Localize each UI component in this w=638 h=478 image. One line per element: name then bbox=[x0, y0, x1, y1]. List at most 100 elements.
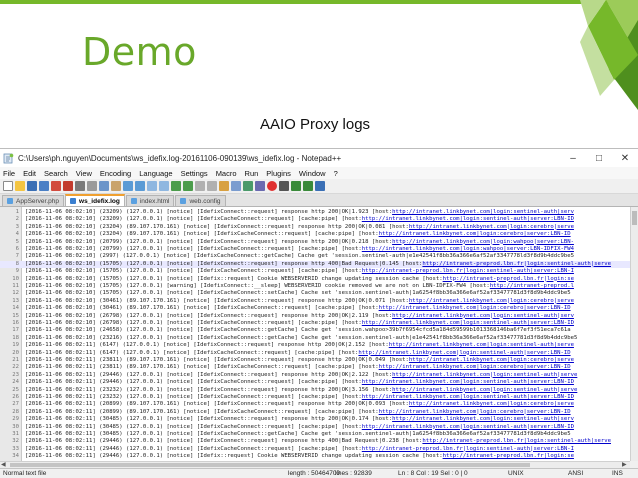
log-line[interactable]: 4 [2016-11-06 08:02:10] (23204) (89.107.1… bbox=[0, 231, 630, 238]
indent-guide-icon[interactable] bbox=[231, 181, 241, 191]
log-url-link[interactable]: http://intranet.linkbynet.com|login:sent… bbox=[392, 416, 574, 422]
run-macro-multiple-icon[interactable] bbox=[303, 181, 313, 191]
log-url-link[interactable]: http://intranet-preprod.lbn.fr|login:sen… bbox=[422, 438, 611, 444]
log-url-link[interactable]: http://intranet.linkbynet.com|login:sent… bbox=[362, 424, 574, 430]
log-url-link[interactable]: http://intranet.linkbynet.com|login:wahp… bbox=[392, 239, 574, 245]
scroll-right-icon[interactable]: ▶ bbox=[622, 461, 627, 468]
doc-map-icon[interactable] bbox=[243, 181, 253, 191]
log-url-link[interactable]: http://intranet-preprod.lbn.fr|login:sen… bbox=[362, 446, 574, 452]
log-url-link[interactable]: http://intranet.linkbynet.com|login:sent… bbox=[362, 394, 574, 400]
log-line[interactable]: 6 [2016-11-06 08:02:10] (20799) (127.0.0.… bbox=[0, 246, 630, 253]
vertical-scrollbar[interactable] bbox=[630, 207, 638, 461]
log-url-link[interactable]: http://intranet.linkbynet.com|login:sent… bbox=[362, 379, 574, 385]
log-line[interactable]: 24 [2016-11-06 08:02:11] (29446) (127.0.0… bbox=[0, 379, 630, 386]
horizontal-scroll-thumb[interactable] bbox=[10, 463, 530, 467]
log-url-link[interactable]: http://intranet.linkbynet.com|login:wahp… bbox=[362, 246, 574, 252]
tab-index-html[interactable]: index.html bbox=[125, 195, 175, 206]
log-url-link[interactable]: http://intranet.linkbynet.com|login:cere… bbox=[409, 298, 574, 304]
play-macro-icon[interactable] bbox=[291, 181, 301, 191]
log-line[interactable]: 34 [2016-11-06 08:02:11] (29446) (127.0.0… bbox=[0, 453, 630, 460]
vertical-scroll-thumb[interactable] bbox=[632, 211, 637, 225]
log-url-link[interactable]: http://intranet.linkbynet.com|login:cere… bbox=[409, 224, 574, 230]
log-line[interactable]: 3 [2016-11-06 08:02:10] (23204) (89.107.1… bbox=[0, 224, 630, 231]
log-line[interactable]: 21 [2016-11-06 08:02:11] (23811) (89.107.… bbox=[0, 357, 630, 364]
log-line[interactable]: 2 [2016-11-06 08:02:10] (23209) (127.0.0.… bbox=[0, 216, 630, 223]
text-editor[interactable]: 1 [2016-11-06 08:02:10] (23209) (127.0.0.… bbox=[0, 207, 630, 461]
log-url-link[interactable]: http://intranet-preprod.l bbox=[490, 283, 574, 289]
menu-edit[interactable]: Edit bbox=[23, 169, 36, 178]
log-line[interactable]: 20 [2016-11-06 08:02:11] (6147) (127.0.0.… bbox=[0, 350, 630, 357]
print-icon[interactable] bbox=[75, 181, 85, 191]
log-line[interactable]: 17 [2016-11-06 08:02:10] (24658) (127.0.0… bbox=[0, 327, 630, 334]
menu-plugins[interactable]: Plugins bbox=[266, 169, 291, 178]
log-line[interactable]: 8 [2016-11-06 08:02:10] (15705) (127.0.0.… bbox=[0, 260, 630, 269]
log-url-link[interactable]: http://intranet-preprod.lbn.fr|login:sen… bbox=[422, 261, 611, 267]
zoom-out-icon[interactable] bbox=[183, 181, 193, 191]
show-symbols-icon[interactable] bbox=[219, 181, 229, 191]
word-wrap-icon[interactable] bbox=[207, 181, 217, 191]
log-url-link[interactable]: http://intranet.linkbynet.com|login:sent… bbox=[392, 209, 574, 215]
log-url-link[interactable]: http://intranet.linkbynet.com|login:sent… bbox=[389, 342, 574, 348]
log-line[interactable]: 1 [2016-11-06 08:02:10] (23209) (127.0.0.… bbox=[0, 209, 630, 216]
log-line[interactable]: 13 [2016-11-06 08:02:10] (30461) (89.107.… bbox=[0, 298, 630, 305]
menu-encoding[interactable]: Encoding bbox=[100, 169, 131, 178]
log-line[interactable]: 33 [2016-11-06 08:02:11] (29446) (127.0.0… bbox=[0, 446, 630, 453]
menu-run[interactable]: Run bbox=[245, 169, 259, 178]
save-macro-icon[interactable] bbox=[315, 181, 325, 191]
close-icon[interactable]: ✕ bbox=[612, 149, 638, 167]
save-icon[interactable] bbox=[27, 181, 37, 191]
log-url-link[interactable]: http://intranet.linkbynet.com|login:sent… bbox=[392, 313, 574, 319]
undo-icon[interactable] bbox=[123, 181, 133, 191]
sync-scroll-icon[interactable] bbox=[195, 181, 205, 191]
save-all-icon[interactable] bbox=[39, 181, 49, 191]
log-url-link[interactable]: http://intranet-preprod.lbn.fr|login:sen… bbox=[362, 268, 574, 274]
log-line[interactable]: 10 [2016-11-06 08:02:10] (15705) (127.0.0… bbox=[0, 276, 630, 283]
tab-web-config[interactable]: web.config bbox=[175, 195, 226, 206]
log-line[interactable]: 12 [2016-11-06 08:02:10] (15705) (127.0.0… bbox=[0, 290, 630, 297]
stop-macro-icon[interactable] bbox=[279, 181, 289, 191]
record-macro-icon[interactable] bbox=[267, 181, 277, 191]
tab-ws-idefix-log[interactable]: ws_idefix.log bbox=[65, 194, 125, 206]
log-line[interactable]: 11 [2016-11-06 08:02:10] (15705) (127.0.0… bbox=[0, 283, 630, 290]
log-line[interactable]: 5 [2016-11-06 08:02:10] (20799) (127.0.0.… bbox=[0, 239, 630, 246]
log-line[interactable]: 18 [2016-11-06 08:02:10] (23216) (127.0.0… bbox=[0, 335, 630, 342]
log-url-link[interactable]: http://intranet.linkbynet.com|login:sent… bbox=[392, 387, 577, 393]
log-line[interactable]: 27 [2016-11-06 08:02:11] (20899) (89.107.… bbox=[0, 401, 630, 408]
menu-help[interactable]: ? bbox=[334, 169, 338, 178]
zoom-in-icon[interactable] bbox=[171, 181, 181, 191]
log-url-link[interactable]: http://intranet.linkbynet.com|login:cere… bbox=[379, 305, 571, 311]
log-url-link[interactable]: http://intranet.linkbynet.com|login:sent… bbox=[362, 320, 574, 326]
log-url-link[interactable]: http://intranet.linkbynet.com|login:cere… bbox=[379, 231, 571, 237]
copy-icon[interactable] bbox=[99, 181, 109, 191]
maximize-icon[interactable]: □ bbox=[586, 149, 612, 167]
log-url-link[interactable]: http://intranet.linkbynet.com|login:cere… bbox=[379, 364, 571, 370]
log-line[interactable]: 15 [2016-11-06 08:02:10] (26798) (127.0.0… bbox=[0, 313, 630, 320]
log-line[interactable]: 25 [2016-11-06 08:02:11] (23232) (127.0.0… bbox=[0, 387, 630, 394]
log-url-link[interactable]: http://intranet.linkbynet.com|login:cere… bbox=[409, 401, 574, 407]
open-file-icon[interactable] bbox=[15, 181, 25, 191]
log-line[interactable]: 19 [2016-11-06 08:02:11] (6147) (127.0.0.… bbox=[0, 342, 630, 349]
close-all-icon[interactable] bbox=[63, 181, 73, 191]
menu-macro[interactable]: Macro bbox=[216, 169, 237, 178]
log-line[interactable]: 7 [2016-11-06 08:02:10] (2997) (127.0.0.1… bbox=[0, 253, 630, 260]
paste-icon[interactable] bbox=[111, 181, 121, 191]
function-list-icon[interactable] bbox=[255, 181, 265, 191]
log-line[interactable]: 28 [2016-11-06 08:02:11] (20899) (89.107.… bbox=[0, 409, 630, 416]
tab-appserver[interactable]: AppServer.php bbox=[2, 195, 65, 206]
log-line[interactable]: 32 [2016-11-06 08:02:11] (29446) (127.0.0… bbox=[0, 438, 630, 445]
log-url-link[interactable]: http://intranet.linkbynet.com|login:cere… bbox=[409, 357, 574, 363]
log-url-link[interactable]: http://intranet-preprod.lbn.fr|login:se bbox=[443, 453, 574, 459]
new-file-icon[interactable] bbox=[3, 181, 13, 191]
log-url-link[interactable]: http://intranet.linkbynet.com|login:sent… bbox=[358, 350, 570, 356]
log-url-link[interactable]: http://intranet-preprod.lbn.fr|login:se bbox=[443, 276, 574, 282]
menu-file[interactable]: File bbox=[3, 169, 15, 178]
log-line[interactable]: 16 [2016-11-06 08:02:10] (26798) (127.0.0… bbox=[0, 320, 630, 327]
log-url-link[interactable]: http://intranet.linkbynet.com|login:sent… bbox=[392, 372, 577, 378]
menu-window[interactable]: Window bbox=[299, 169, 326, 178]
log-line[interactable]: 26 [2016-11-06 08:02:11] (23232) (127.0.0… bbox=[0, 394, 630, 401]
log-line[interactable]: 29 [2016-11-06 08:02:11] (30485) (127.0.0… bbox=[0, 416, 630, 423]
log-url-link[interactable]: http://intranet.linkbynet.com|login:cere… bbox=[379, 409, 571, 415]
log-line[interactable]: 9 [2016-11-06 08:02:10] (15705) (127.0.0.… bbox=[0, 268, 630, 275]
log-line[interactable]: 31 [2016-11-06 08:02:11] (30485) (127.0.0… bbox=[0, 431, 630, 438]
log-line[interactable]: 14 [2016-11-06 08:02:10] (30461) (89.107.… bbox=[0, 305, 630, 312]
